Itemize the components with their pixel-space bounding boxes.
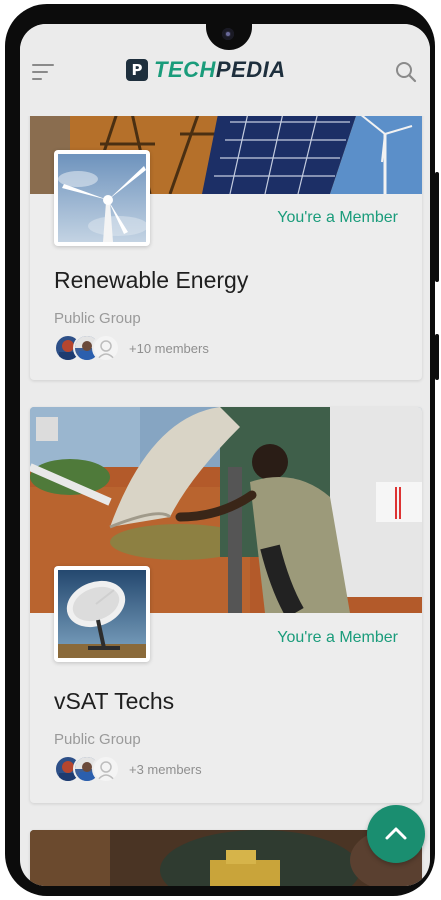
scroll-to-top-button[interactable] [367, 805, 425, 863]
group-card-vsat-techs[interactable]: You're a Member vSAT Techs Public Group … [30, 407, 422, 803]
front-camera [222, 28, 234, 40]
membership-status: You're a Member [277, 209, 398, 226]
logo-part-tech: TECH [154, 57, 216, 82]
group-name[interactable]: Renewable Energy [54, 267, 248, 294]
member-count: +10 members [129, 340, 209, 356]
avatar [92, 334, 120, 362]
group-type: Public Group [54, 310, 141, 327]
phone-power-button [435, 334, 439, 380]
membership-status: You're a Member [277, 629, 398, 646]
group-avatar-renewable-energy[interactable] [54, 150, 150, 246]
menu-icon[interactable] [32, 62, 58, 82]
group-card-renewable-energy[interactable]: You're a Member Renewable Energy Public … [30, 104, 422, 380]
app-logo[interactable]: P TECHPEDIA [126, 56, 286, 84]
search-icon[interactable] [394, 60, 418, 84]
group-name[interactable]: vSAT Techs [54, 688, 174, 715]
member-count: +3 members [129, 761, 202, 777]
group-avatar-vsat-techs[interactable] [54, 566, 150, 662]
group-cover-image [30, 830, 422, 886]
app-screen: P TECHPEDIA You're a Member Renewable En… [20, 24, 430, 886]
avatar [92, 755, 120, 783]
chevron-up-icon [385, 827, 407, 840]
group-type: Public Group [54, 731, 141, 748]
logo-part-pedia: PEDIA [215, 57, 286, 82]
group-card-partial[interactable] [30, 830, 422, 886]
group-members[interactable]: +10 members [54, 334, 209, 362]
logo-wordmark: TECHPEDIA [154, 57, 286, 83]
phone-frame: P TECHPEDIA You're a Member Renewable En… [5, 4, 439, 896]
group-members[interactable]: +3 members [54, 755, 202, 783]
logo-mark: P [126, 59, 148, 81]
phone-volume-button [435, 172, 439, 282]
